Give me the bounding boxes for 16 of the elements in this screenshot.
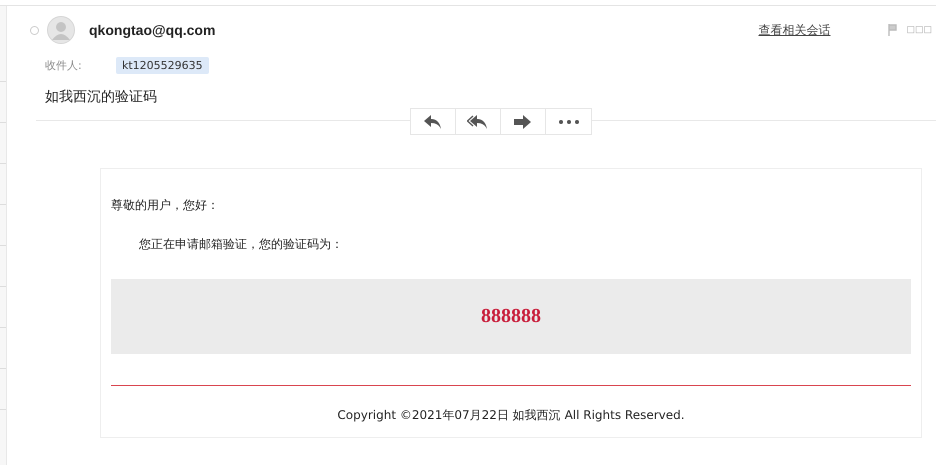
right-arrow-icon (514, 114, 532, 128)
related-conversations-link[interactable]: 查看相关会话 (758, 22, 830, 38)
flag-label: □□□ (906, 25, 932, 35)
recipient-label: 收件人: (45, 58, 83, 72)
more-icon (558, 120, 578, 124)
email-subject: 如我西沉的验证码 (45, 88, 158, 106)
sender-address: qkongtao@qq.com (89, 22, 216, 38)
verification-code: 888888 (481, 305, 541, 328)
avatar-icon (47, 16, 75, 44)
recipient-chip[interactable]: kt1205529635 (116, 56, 209, 74)
unread-dot-icon[interactable] (30, 26, 39, 34)
greeting-text: 尊敬的用户，您好： (111, 197, 220, 214)
reply-arrow-icon (423, 114, 443, 130)
message-text: 您正在申请邮箱验证，您的验证码为： (139, 236, 344, 253)
copyright-text: Copyright ©2021年07月22日 如我西沉 All Rights Reserved. (336, 407, 686, 424)
double-reply-arrow-icon (467, 114, 489, 130)
